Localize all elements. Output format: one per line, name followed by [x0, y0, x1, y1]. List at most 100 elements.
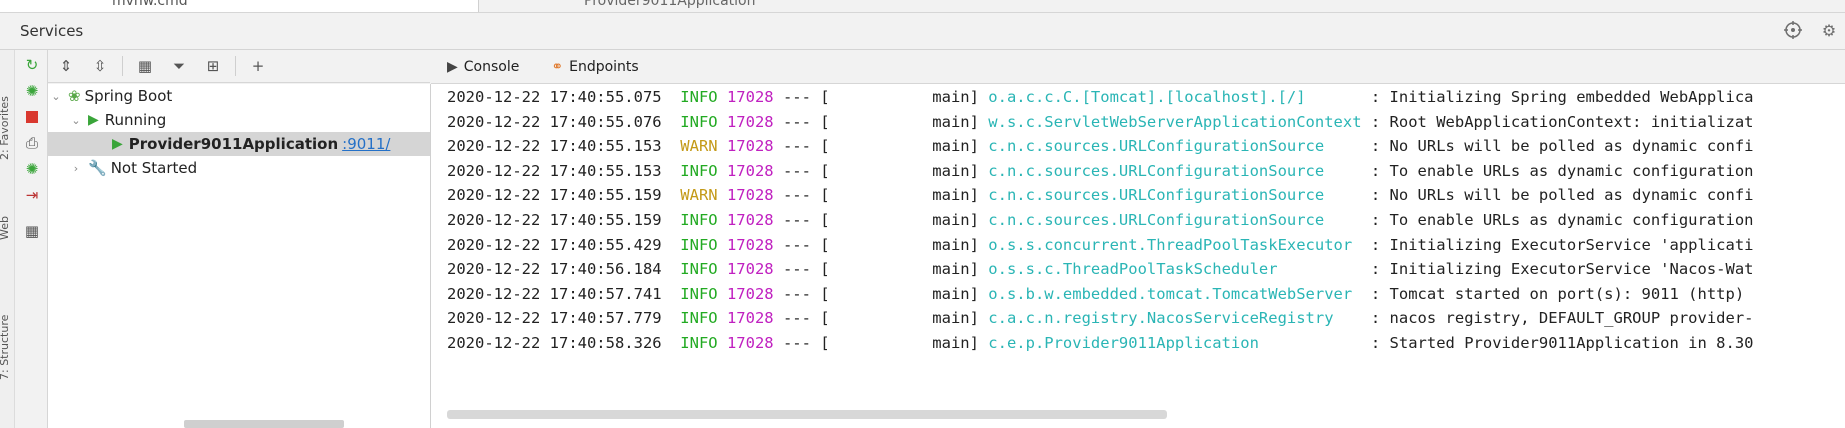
- collapse-all-icon[interactable]: ⇳: [88, 54, 112, 78]
- web-rail-label[interactable]: Web: [0, 216, 11, 240]
- chevron-down-icon[interactable]: ⌄: [68, 114, 84, 127]
- chevron-down-icon[interactable]: ⌄: [48, 90, 64, 103]
- log-timestamp: 2020-12-22 17:40:55.429: [447, 235, 681, 254]
- log-level: INFO: [680, 309, 727, 328]
- log-pid: 17028: [726, 211, 783, 229]
- tree-item-spring-boot[interactable]: ⌄ ❀ Spring Boot: [48, 84, 430, 108]
- log-message: : No URLs will be polled as dynamic conf…: [1370, 137, 1754, 156]
- log-thread: [ main]: [820, 137, 989, 156]
- log-timestamp: 2020-12-22 17:40:55.153: [447, 137, 681, 156]
- log-level: INFO: [680, 235, 727, 254]
- log-separator: ---: [782, 186, 821, 205]
- favorites-rail-label[interactable]: 2: Favorites: [0, 96, 11, 160]
- log-timestamp: 2020-12-22 17:40:55.153: [447, 161, 681, 180]
- console-horizontal-scrollbar[interactable]: [447, 410, 1167, 419]
- log-line: 2020-12-22 17:40:55.075 INFO 17028 --- […: [447, 88, 1754, 110]
- tree-item-label: Spring Boot: [84, 87, 173, 105]
- log-level: INFO: [680, 88, 727, 106]
- log-thread: [ main]: [820, 284, 989, 303]
- tree-item-provider-app[interactable]: ▶ Provider9011Application :9011/: [48, 132, 430, 156]
- log-logger: w.s.c.ServletWebServerApplicationContext: [988, 112, 1371, 131]
- console-output[interactable]: 2020-12-22 17:40:55.075 INFO 17028 --- […: [431, 84, 1845, 428]
- log-thread: [ main]: [820, 112, 989, 131]
- log-logger: c.a.c.n.registry.NacosServiceRegistry: [988, 309, 1371, 328]
- layout-icon[interactable]: ▦: [21, 220, 43, 242]
- chevron-right-icon[interactable]: ›: [68, 162, 84, 175]
- log-message: : No URLs will be polled as dynamic conf…: [1370, 186, 1754, 205]
- services-tree: ⌄ ❀ Spring Boot ⌄ ▶ Running ▶ Provider90…: [48, 84, 431, 428]
- log-thread: [ main]: [820, 88, 989, 106]
- log-separator: ---: [782, 112, 821, 131]
- log-separator: ---: [782, 235, 821, 254]
- services-title-bar: Services ⚙: [0, 13, 1845, 50]
- log-line: 2020-12-22 17:40:57.779 INFO 17028 --- […: [447, 309, 1754, 331]
- file-fragment: mvnw.cmd: [112, 0, 188, 9]
- log-pid: 17028: [726, 137, 783, 156]
- log-thread: [ main]: [820, 309, 989, 328]
- log-logger: c.n.c.sources.URLConfigurationSource: [988, 211, 1371, 229]
- log-pid: 17028: [726, 235, 783, 254]
- log-line: 2020-12-22 17:40:55.159 INFO 17028 --- […: [447, 211, 1754, 233]
- log-separator: ---: [782, 309, 821, 328]
- log-thread: [ main]: [820, 260, 989, 279]
- structure-rail-label[interactable]: 7: Structure: [0, 315, 11, 380]
- tab-label: Endpoints: [569, 58, 639, 75]
- log-thread: [ main]: [820, 235, 989, 254]
- tab-console[interactable]: ▶︎ Console: [431, 50, 536, 83]
- log-pid: 17028: [726, 161, 783, 180]
- log-timestamp: 2020-12-22 17:40:55.076: [447, 112, 681, 131]
- editor-tab-fragment: Provider9011Application: [584, 0, 756, 9]
- log-line: 2020-12-22 17:40:57.741 INFO 17028 --- […: [447, 285, 1744, 307]
- log-message: : Initializing ExecutorService 'applicat…: [1370, 235, 1754, 254]
- log-level: INFO: [680, 260, 727, 279]
- log-timestamp: 2020-12-22 17:40:57.741: [447, 284, 681, 303]
- log-logger: c.n.c.sources.URLConfigurationSource: [988, 161, 1371, 180]
- log-pid: 17028: [726, 284, 783, 303]
- log-line: 2020-12-22 17:40:58.326 INFO 17028 --- […: [447, 334, 1754, 356]
- app-port-link[interactable]: :9011/: [342, 135, 390, 153]
- camera-icon[interactable]: ⎙: [21, 132, 43, 154]
- tree-item-not-started[interactable]: › 🔧 Not Started: [48, 156, 430, 180]
- stop-icon[interactable]: [21, 106, 43, 128]
- log-timestamp: 2020-12-22 17:40:55.159: [447, 211, 681, 229]
- tab-endpoints[interactable]: ⚭ Endpoints: [535, 50, 654, 83]
- debug-icon[interactable]: ✺: [21, 80, 43, 102]
- tree-item-label: Not Started: [110, 159, 198, 177]
- gear-icon[interactable]: ⚙: [1819, 20, 1839, 40]
- top-editor-strip: mvnw.cmd Provider9011Application: [0, 0, 1845, 13]
- exit-icon[interactable]: ⇥: [21, 184, 43, 206]
- log-line: 2020-12-22 17:40:56.184 INFO 17028 --- […: [447, 260, 1754, 282]
- expand-all-icon[interactable]: ⇕: [54, 54, 78, 78]
- log-separator: ---: [782, 161, 821, 180]
- log-separator: ---: [782, 334, 821, 352]
- log-logger: o.s.s.c.ThreadPoolTaskScheduler: [988, 260, 1371, 279]
- log-line: 2020-12-22 17:40:55.076 INFO 17028 --- […: [447, 113, 1754, 135]
- group-icon[interactable]: ▦: [133, 54, 157, 78]
- log-logger: o.a.c.c.C.[Tomcat].[localhost].[/]: [988, 88, 1371, 106]
- crosshair-icon[interactable]: [1783, 20, 1803, 40]
- add-icon[interactable]: +: [246, 54, 270, 78]
- tree-item-label: Running: [104, 111, 167, 129]
- services-action-toolbar: ↻ ✺ ⎙ ✺ ⇥ ▦: [15, 50, 48, 428]
- log-level: INFO: [680, 211, 727, 229]
- log-timestamp: 2020-12-22 17:40:58.326: [447, 334, 681, 352]
- log-pid: 17028: [726, 309, 783, 328]
- tree-item-running[interactable]: ⌄ ▶ Running: [48, 108, 430, 132]
- log-logger: o.s.s.concurrent.ThreadPoolTaskExecutor: [988, 235, 1371, 254]
- rerun-icon[interactable]: ↻: [21, 54, 43, 76]
- new-tab-icon[interactable]: ⊞: [201, 54, 225, 78]
- log-level: WARN: [680, 186, 727, 205]
- log-thread: [ main]: [820, 211, 989, 229]
- log-line: 2020-12-22 17:40:55.153 INFO 17028 --- […: [447, 162, 1754, 184]
- tree-horizontal-scrollbar[interactable]: [184, 420, 344, 428]
- log-pid: 17028: [726, 260, 783, 279]
- left-side-rail: 2: Favorites Web 7: Structure: [0, 50, 15, 428]
- running-icon: ▶: [112, 136, 123, 152]
- log-timestamp: 2020-12-22 17:40:55.075: [447, 88, 681, 106]
- log-logger: c.n.c.sources.URLConfigurationSource: [988, 137, 1371, 156]
- filter-icon[interactable]: ⏷: [167, 54, 191, 78]
- log-line: 2020-12-22 17:40:55.429 INFO 17028 --- […: [447, 236, 1754, 258]
- log-message: : Started Provider9011Application in 8.3…: [1370, 334, 1754, 352]
- log-level: WARN: [680, 137, 727, 156]
- bug-icon[interactable]: ✺: [21, 158, 43, 180]
